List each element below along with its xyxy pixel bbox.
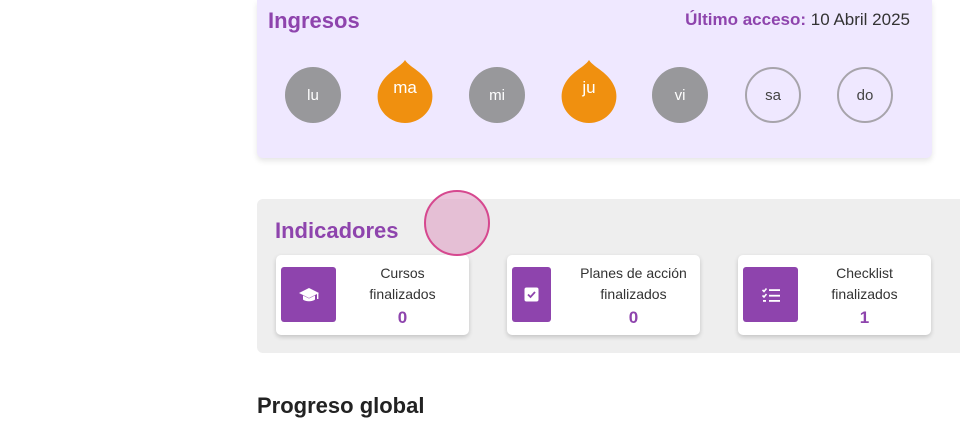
card-label-line1: Planes de acción — [580, 265, 687, 281]
last-access-value: 10 Abril 2025 — [806, 10, 910, 29]
day-do: do — [837, 67, 893, 123]
card-label: Cursos finalizados — [336, 263, 469, 305]
indicadores-panel: Indicadores Cursos finalizados 0 Planes … — [257, 199, 960, 353]
ingresos-panel: Ingresos Último acceso: 10 Abril 2025 lu… — [257, 0, 932, 158]
card-label-line2: finalizados — [600, 286, 667, 302]
card-value: 1 — [859, 308, 870, 327]
last-access-label: Último acceso: — [685, 10, 807, 29]
card-label-line1: Checklist — [836, 265, 893, 281]
card-value: 0 — [397, 308, 408, 327]
day-label: sa — [765, 86, 781, 104]
progreso-global-title: Progreso global — [257, 393, 425, 418]
card-label-line2: finalizados — [369, 286, 436, 302]
ingresos-title: Ingresos — [268, 8, 360, 33]
day-sa: sa — [745, 67, 801, 123]
day-ma-streak: ma — [377, 60, 433, 123]
day-label: ju — [582, 77, 596, 97]
card-label: Checklist finalizados — [798, 263, 931, 305]
day-label: mi — [489, 86, 505, 104]
graduation-cap-icon — [281, 267, 336, 322]
day-label: do — [856, 86, 874, 104]
card-label-line2: finalizados — [831, 286, 898, 302]
day-vi: vi — [652, 67, 708, 123]
day-lu: lu — [285, 67, 341, 123]
card-planes-accion-finalizados[interactable]: Planes de acción finalizados 0 — [507, 255, 700, 335]
card-cursos-finalizados[interactable]: Cursos finalizados 0 — [276, 255, 469, 335]
indicadores-title: Indicadores — [275, 218, 399, 243]
day-mi: mi — [469, 67, 525, 123]
day-label: vi — [674, 86, 686, 104]
day-label: ma — [393, 77, 417, 97]
card-value: 0 — [628, 308, 639, 327]
card-label: Planes de acción finalizados — [567, 263, 700, 305]
last-access: Último acceso: 10 Abril 2025 — [685, 10, 910, 30]
day-ju-streak: ju — [561, 60, 617, 123]
cursor-indicator — [424, 190, 490, 256]
checkbox-icon — [512, 267, 551, 322]
day-label: lu — [307, 86, 319, 104]
card-label-line1: Cursos — [380, 265, 425, 281]
card-checklist-finalizados[interactable]: Checklist finalizados 1 — [738, 255, 931, 335]
checklist-icon — [743, 267, 798, 322]
